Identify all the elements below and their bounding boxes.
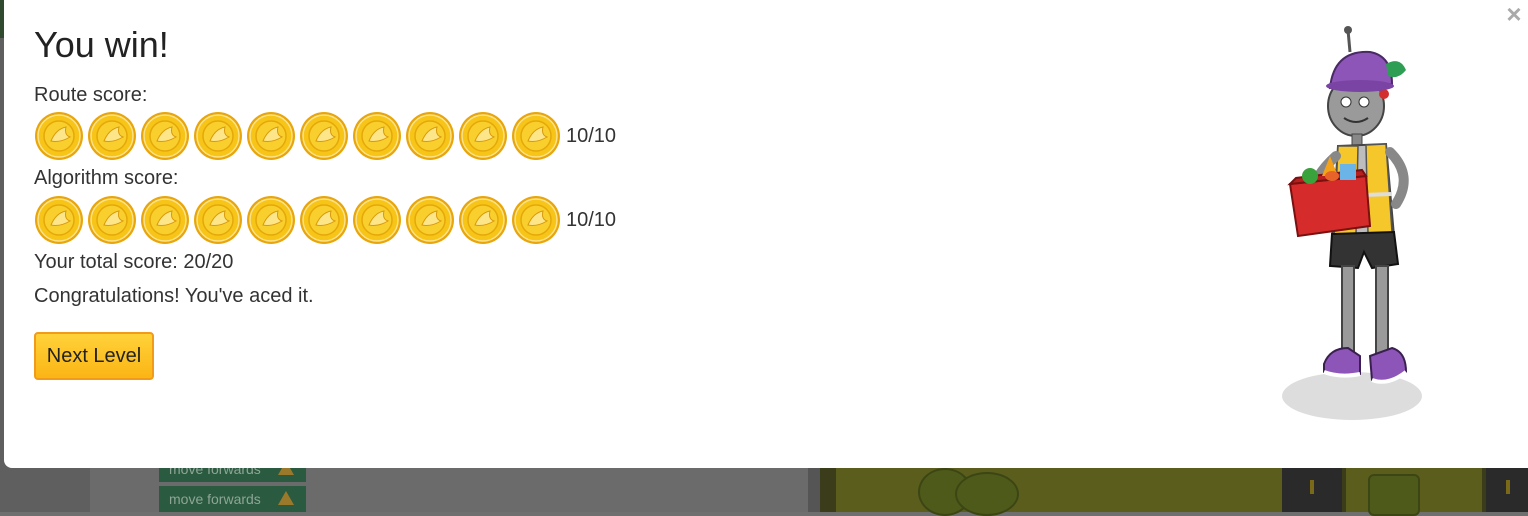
algorithm-score-coins: 10/10 (34, 194, 616, 246)
algorithm-score-value: 10/10 (566, 208, 617, 231)
gold-coin-icon (141, 112, 189, 160)
gold-coin-icon (512, 112, 560, 160)
next-level-button[interactable]: Next Level (34, 332, 154, 380)
route-score-label: Route score: (34, 84, 148, 106)
lane-marking (1506, 480, 1510, 494)
gold-coin-icon (247, 196, 295, 244)
gold-coin-icon (247, 112, 295, 160)
gold-coin-icon (459, 196, 507, 244)
route-score-coins: 10/10 (34, 110, 616, 162)
lane-marking (1310, 480, 1314, 494)
gold-coin-icon (406, 112, 454, 160)
code-block[interactable]: move forwards (159, 486, 306, 512)
gold-coin-icon (459, 112, 507, 160)
bush-icon (955, 472, 1019, 516)
gold-coin-icon (88, 112, 136, 160)
dialog-title: You win! (34, 24, 169, 65)
code-block-label: move forwards (169, 491, 261, 507)
total-score: Your total score: 20/20 (34, 251, 234, 273)
close-icon[interactable]: × (1504, 1, 1524, 27)
gold-coin-icon (512, 196, 560, 244)
algorithm-score-label: Algorithm score: (34, 167, 179, 189)
gold-coin-icon (194, 112, 242, 160)
route-score-value: 10/10 (566, 124, 617, 147)
win-dialog: × You win! Route score: 10/10 Algorithm … (4, 0, 1528, 468)
gold-coin-icon (141, 196, 189, 244)
gold-coin-icon (35, 112, 83, 160)
gold-coin-icon (194, 196, 242, 244)
robot-character-illustration (1282, 26, 1422, 420)
gold-coin-icon (88, 196, 136, 244)
congratulations-message: Congratulations! You've aced it. (34, 285, 314, 307)
bush-icon (1368, 474, 1420, 516)
gold-coin-icon (406, 196, 454, 244)
grass-tile (836, 466, 1282, 512)
gold-coin-icon (353, 196, 401, 244)
gold-coin-icon (300, 112, 348, 160)
gold-coin-icon (300, 196, 348, 244)
gold-coin-icon (353, 112, 401, 160)
gold-coin-icon (35, 196, 83, 244)
arrow-up-icon (278, 491, 294, 505)
